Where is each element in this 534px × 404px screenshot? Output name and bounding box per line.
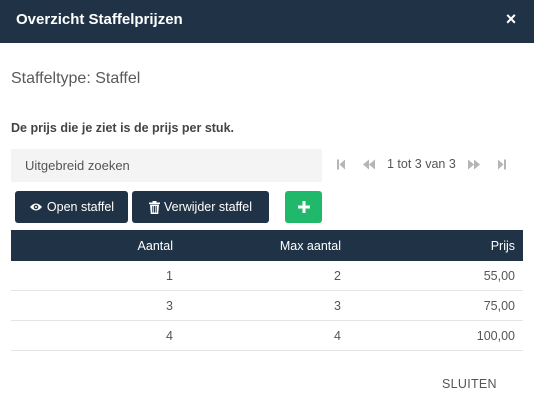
close-icon[interactable]: × <box>502 8 520 30</box>
cell-aantal: 3 <box>166 298 173 313</box>
pagination: 1 tot 3 van 3 <box>330 153 520 175</box>
first-page-icon[interactable] <box>330 153 352 175</box>
open-staffel-label: Open staffel <box>46 200 115 214</box>
cell-prijs: 100,00 <box>476 328 515 343</box>
cell-prijs: 75,00 <box>483 298 515 313</box>
cell-max-aantal: 2 <box>334 268 341 283</box>
eye-icon <box>29 203 42 211</box>
staffel-type-label: Staffeltype: Staffel <box>11 70 141 87</box>
delete-staffel-label: Verwijder staffel <box>163 200 252 214</box>
staffel-table: Aantal Max aantal Prijs 1 2 55,00 3 3 75… <box>11 230 523 351</box>
header-max-aantal[interactable]: Max aantal <box>181 230 349 261</box>
table-row[interactable]: 3 3 75,00 <box>11 291 523 321</box>
price-note: De prijs die je ziet is de prijs per stu… <box>11 121 234 135</box>
delete-staffel-button[interactable]: Verwijder staffel <box>132 191 269 223</box>
cell-aantal: 1 <box>166 268 173 283</box>
search-input[interactable] <box>11 149 322 182</box>
trash-icon <box>148 200 160 214</box>
page-info: 1 tot 3 van 3 <box>387 157 456 171</box>
dialog: Overzicht Staffelprijzen × Staffeltype: … <box>0 0 534 404</box>
header-prijs[interactable]: Prijs <box>349 230 523 261</box>
table-row[interactable]: 4 4 100,00 <box>11 321 523 351</box>
table-row[interactable]: 1 2 55,00 <box>11 261 523 291</box>
sluiten-button[interactable]: SLUITEN <box>442 377 497 391</box>
add-staffel-button[interactable] <box>285 191 322 223</box>
last-page-icon[interactable] <box>491 153 513 175</box>
header-aantal[interactable]: Aantal <box>11 230 181 261</box>
table-header: Aantal Max aantal Prijs <box>11 230 523 261</box>
plus-icon <box>297 201 310 213</box>
cell-prijs: 55,00 <box>483 268 515 283</box>
open-staffel-button[interactable]: Open staffel <box>15 191 128 223</box>
cell-max-aantal: 4 <box>334 328 341 343</box>
cell-max-aantal: 3 <box>334 298 341 313</box>
dialog-title: Overzicht Staffelprijzen <box>16 11 183 28</box>
cell-aantal: 4 <box>166 328 173 343</box>
previous-page-icon[interactable] <box>358 153 380 175</box>
next-page-icon[interactable] <box>463 153 485 175</box>
dialog-header: Overzicht Staffelprijzen × <box>0 0 534 43</box>
